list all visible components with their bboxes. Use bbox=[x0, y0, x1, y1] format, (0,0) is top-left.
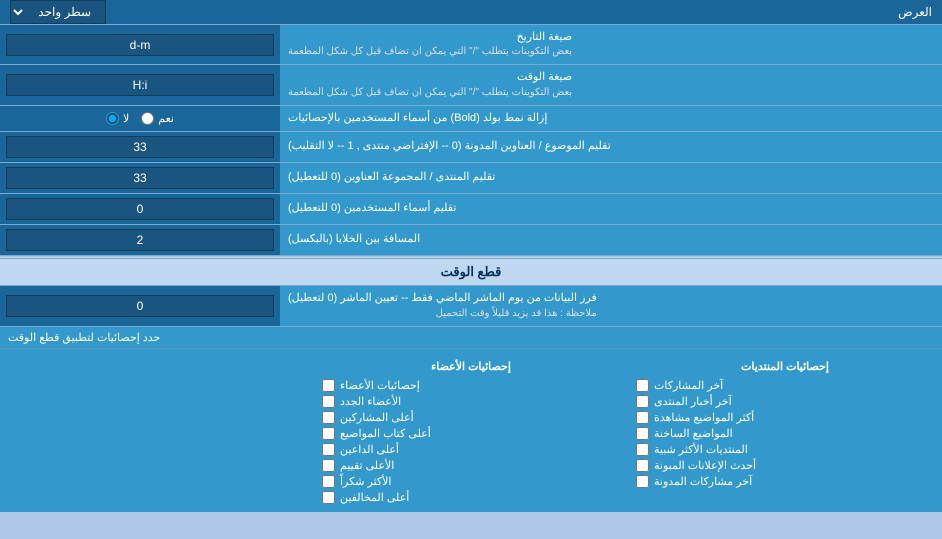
date-format-input[interactable] bbox=[6, 34, 274, 56]
bold-remove-label: إزالة نمط بولد (Bold) من أسماء المستخدمي… bbox=[280, 106, 942, 131]
check-hot-topics: المواضيع الساخنة bbox=[636, 427, 934, 440]
check-members-stats-input[interactable] bbox=[322, 379, 335, 392]
forum-title-row: تقليم المنتدى / المجموعة العناوين (0 للت… bbox=[0, 163, 942, 194]
check-forum-news-input[interactable] bbox=[636, 395, 649, 408]
display-label: العرض bbox=[111, 0, 942, 24]
time-cut-input[interactable] bbox=[6, 295, 274, 317]
check-new-members-input[interactable] bbox=[322, 395, 335, 408]
check-top-rated-input[interactable] bbox=[322, 459, 335, 472]
members-header: إحصائيات الأعضاء bbox=[322, 357, 620, 376]
check-hot-topics-input[interactable] bbox=[636, 427, 649, 440]
stats-limit-label: حدد إحصائيات لتطبيق قطع الوقت bbox=[0, 327, 942, 348]
stats-empty-col bbox=[0, 353, 314, 508]
forum-title-input[interactable] bbox=[6, 167, 274, 189]
stats-container: حدد إحصائيات لتطبيق قطع الوقت إحصائيات ا… bbox=[0, 327, 942, 512]
time-format-label: صيغة الوقت بعض التكوينات يتطلب "/" التي … bbox=[280, 65, 942, 104]
usernames-input[interactable] bbox=[6, 198, 274, 220]
bold-remove-radio-cell: نعم لا bbox=[0, 106, 280, 131]
bold-no-radio[interactable] bbox=[106, 112, 119, 125]
display-row: العرض سطر واحد سطرين ثلاثة أسطر bbox=[0, 0, 942, 25]
posts-stats-col: إحصائيات المنتديات آخر المشاركات آخر أخب… bbox=[628, 353, 942, 508]
time-format-input[interactable] bbox=[6, 74, 274, 96]
check-members-stats: إحصائيات الأعضاء bbox=[322, 379, 620, 392]
check-most-thanked: الأكثر شكراً bbox=[322, 475, 620, 488]
check-most-viewed: أكثر المواضيع مشاهدة bbox=[636, 411, 934, 424]
check-latest-ads: أحدث الإعلانات المبونة bbox=[636, 459, 934, 472]
cell-spacing-row: المسافة بين الخلايا (بالبكسل) bbox=[0, 225, 942, 256]
bold-no-label[interactable]: لا bbox=[106, 112, 129, 125]
check-new-members: الأعضاء الجدد bbox=[322, 395, 620, 408]
usernames-label: تقليم أسماء المستخدمين (0 للتعطيل) bbox=[280, 194, 942, 224]
check-last-posts-input[interactable] bbox=[636, 379, 649, 392]
time-cut-header: قطع الوقت bbox=[0, 259, 942, 286]
check-top-rated: الأعلى تقييم bbox=[322, 459, 620, 472]
cell-spacing-label: المسافة بين الخلايا (بالبكسل) bbox=[280, 225, 942, 255]
check-top-inviters: أعلى الداعين bbox=[322, 443, 620, 456]
topic-title-row: تقليم الموضوع / العناوين المدونة (0 -- ا… bbox=[0, 132, 942, 163]
members-stats-col: إحصائيات الأعضاء إحصائيات الأعضاء الأعضا… bbox=[314, 353, 628, 508]
check-most-thanked-input[interactable] bbox=[322, 475, 335, 488]
time-cut-row: فرز البيانات من يوم الماشر الماضي فقط --… bbox=[0, 286, 942, 326]
time-cut-label: فرز البيانات من يوم الماشر الماضي فقط --… bbox=[280, 286, 942, 325]
stats-header-row: حدد إحصائيات لتطبيق قطع الوقت bbox=[0, 327, 942, 349]
date-format-input-cell bbox=[0, 25, 280, 64]
bold-remove-row: إزالة نمط بولد (Bold) من أسماء المستخدمي… bbox=[0, 106, 942, 132]
check-similar-forums-input[interactable] bbox=[636, 443, 649, 456]
topic-title-label: تقليم الموضوع / العناوين المدونة (0 -- ا… bbox=[280, 132, 942, 162]
posts-header: إحصائيات المنتديات bbox=[636, 357, 934, 376]
time-format-input-cell bbox=[0, 65, 280, 104]
check-top-posters: أعلى المشاركين bbox=[322, 411, 620, 424]
forum-title-input-cell bbox=[0, 163, 280, 193]
stats-checkboxes-area: إحصائيات المنتديات آخر المشاركات آخر أخب… bbox=[0, 349, 942, 512]
check-similar-forums: المنتديات الأكثر شبية bbox=[636, 443, 934, 456]
check-last-posts: آخر المشاركات bbox=[636, 379, 934, 392]
bold-yes-radio[interactable] bbox=[141, 112, 154, 125]
check-forum-news: آخر أخبار المنتدى bbox=[636, 395, 934, 408]
check-most-viewed-input[interactable] bbox=[636, 411, 649, 424]
check-top-inviters-input[interactable] bbox=[322, 443, 335, 456]
check-blog-posts-input[interactable] bbox=[636, 475, 649, 488]
topic-title-input[interactable] bbox=[6, 136, 274, 158]
cell-spacing-input-cell bbox=[0, 225, 280, 255]
time-format-row: صيغة الوقت بعض التكوينات يتطلب "/" التي … bbox=[0, 65, 942, 105]
date-format-label: صيغة التاريخ بعض التكوينات يتطلب "/" الت… bbox=[280, 25, 942, 64]
forum-title-label: تقليم المنتدى / المجموعة العناوين (0 للت… bbox=[280, 163, 942, 193]
check-latest-ads-input[interactable] bbox=[636, 459, 649, 472]
check-top-violators: أعلى المخالفين bbox=[322, 491, 620, 504]
display-select[interactable]: سطر واحد سطرين ثلاثة أسطر bbox=[10, 0, 106, 24]
usernames-row: تقليم أسماء المستخدمين (0 للتعطيل) bbox=[0, 194, 942, 225]
date-format-row: صيغة التاريخ بعض التكوينات يتطلب "/" الت… bbox=[0, 25, 942, 65]
cell-spacing-input[interactable] bbox=[6, 229, 274, 251]
check-blog-posts: آخر مشاركات المدونة bbox=[636, 475, 934, 488]
check-top-topic-writers: أعلى كتاب المواضيع bbox=[322, 427, 620, 440]
check-top-posters-input[interactable] bbox=[322, 411, 335, 424]
check-top-violators-input[interactable] bbox=[322, 491, 335, 504]
topic-title-input-cell bbox=[0, 132, 280, 162]
bold-yes-label[interactable]: نعم bbox=[141, 112, 174, 125]
check-top-topic-writers-input[interactable] bbox=[322, 427, 335, 440]
time-cut-input-cell bbox=[0, 286, 280, 325]
usernames-input-cell bbox=[0, 194, 280, 224]
